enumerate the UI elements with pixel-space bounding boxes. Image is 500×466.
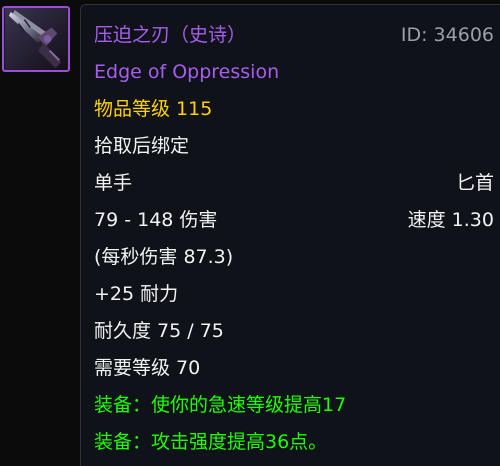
item-level-row: 物品等级 115 xyxy=(94,94,494,124)
speed-text: 速度 1.30 xyxy=(407,209,494,231)
item-name-cn: 压迫之刃（史诗） xyxy=(94,24,247,46)
dps-text: (每秒伤害 87.3) xyxy=(94,246,234,268)
binding-text: 拾取后绑定 xyxy=(94,135,190,157)
durability-text: 耐久度 75 / 75 xyxy=(94,320,224,342)
item-id: ID: 34606 xyxy=(400,24,494,46)
item-name-en: Edge of Oppression xyxy=(94,61,280,83)
stamina-stat: +25 耐力 xyxy=(94,283,179,305)
item-level-value: 115 xyxy=(176,98,213,120)
item-title-row: 压迫之刃（史诗） ID: 34606 xyxy=(94,20,494,50)
damage-row: 79 - 148 伤害 速度 1.30 xyxy=(94,205,494,235)
item-level-label: 物品等级 xyxy=(94,98,177,120)
equip-effect-haste: 装备：使你的急速等级提高17 xyxy=(94,394,347,416)
item-tooltip-view: 压迫之刃（史诗） ID: 34606 Edge of Oppression 物品… xyxy=(0,0,500,466)
slot-row: 单手 匕首 xyxy=(94,168,494,198)
required-level-text: 需要等级 70 xyxy=(94,357,201,379)
slot-text: 单手 xyxy=(94,172,133,194)
item-tooltip: 压迫之刃（史诗） ID: 34606 Edge of Oppression 物品… xyxy=(80,4,500,466)
dagger-icon[interactable] xyxy=(2,6,70,72)
weapon-type-text: 匕首 xyxy=(455,172,494,194)
damage-text: 79 - 148 伤害 xyxy=(94,209,218,231)
equip-effect-attack-power: 装备：攻击强度提高36点。 xyxy=(94,431,328,453)
